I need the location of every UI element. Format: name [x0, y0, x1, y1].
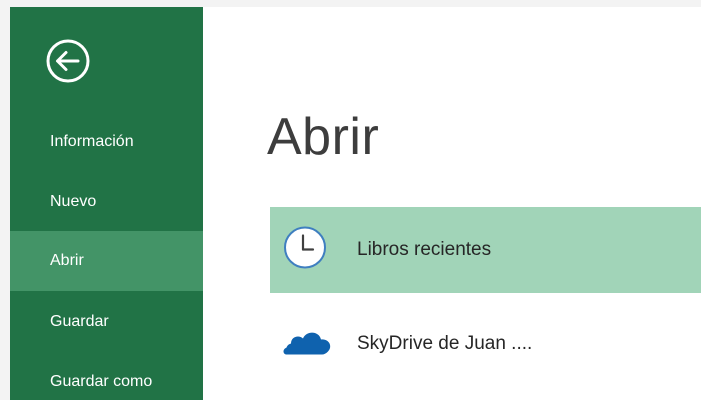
- location-skydrive[interactable]: SkyDrive de Juan ....: [270, 301, 701, 387]
- sidebar-item-nuevo[interactable]: Nuevo: [10, 172, 203, 232]
- sidebar-item-guardar[interactable]: Guardar: [10, 292, 203, 352]
- page-title: Abrir: [267, 108, 380, 166]
- sidebar-item-label: Guardar como: [50, 373, 153, 390]
- sidebar-item-label: Información: [50, 133, 134, 150]
- sidebar-item-guardar-como[interactable]: Guardar como: [10, 352, 203, 400]
- clock-icon: [282, 225, 328, 276]
- open-pane: Abrir Libros recientes SkyDrive de Juan …: [203, 7, 701, 400]
- window-left-edge: [0, 7, 10, 400]
- sidebar-item-label: Abrir: [50, 252, 84, 269]
- sidebar-item-label: Guardar: [50, 313, 109, 330]
- back-button[interactable]: [44, 37, 92, 85]
- backstage-sidebar: Información Nuevo Abrir Guardar Guardar …: [10, 7, 203, 400]
- skydrive-cloud-icon: [282, 325, 336, 364]
- sidebar-item-informacion[interactable]: Información: [10, 112, 203, 172]
- sidebar-item-abrir[interactable]: Abrir: [10, 231, 203, 291]
- location-label: Libros recientes: [357, 239, 492, 260]
- backstage-window: Información Nuevo Abrir Guardar Guardar …: [0, 0, 701, 400]
- location-label: SkyDrive de Juan ....: [357, 333, 533, 354]
- sidebar-item-label: Nuevo: [50, 193, 97, 210]
- back-arrow-circle-icon: [46, 39, 90, 83]
- location-recent-workbooks[interactable]: Libros recientes: [270, 207, 701, 293]
